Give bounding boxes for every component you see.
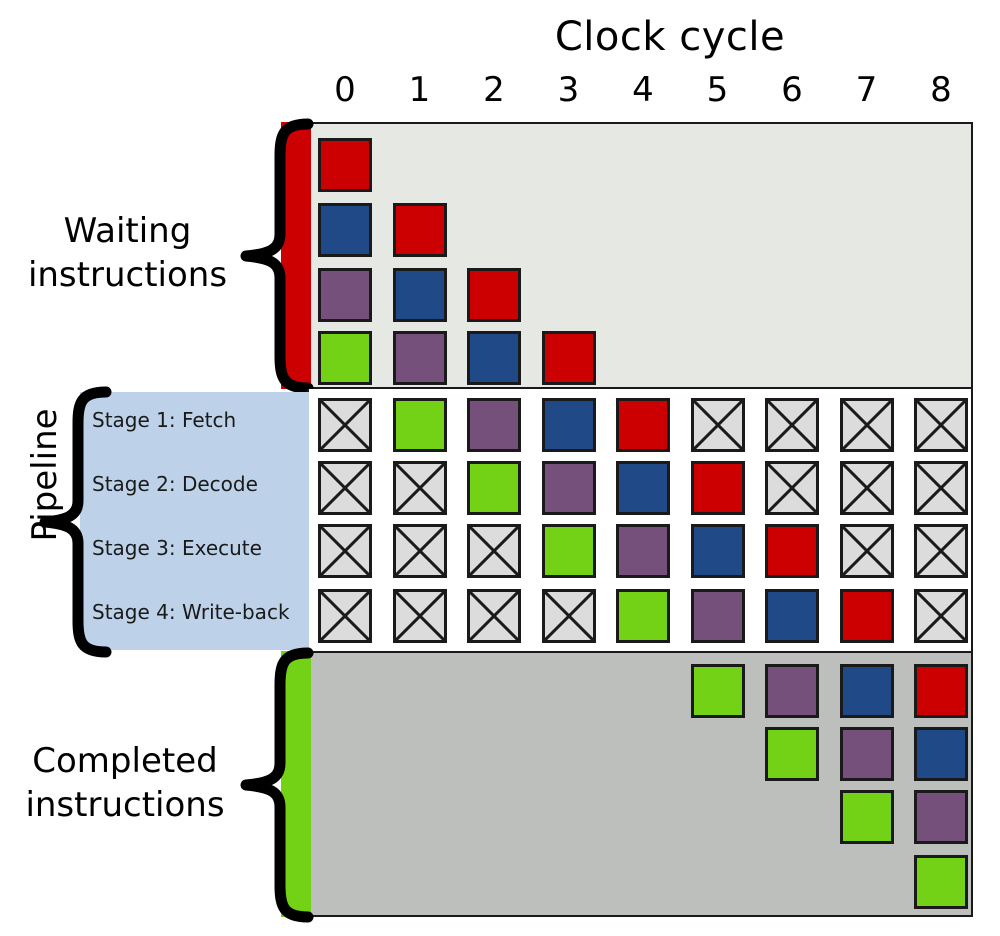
waiting-accent-strip (281, 122, 311, 389)
cell-instruction-green (765, 727, 819, 781)
cell-instruction-blue (467, 331, 521, 385)
column-label-8: 8 (930, 70, 952, 110)
cell-instruction-purple (914, 790, 968, 844)
cell-instruction-green (392, 398, 447, 452)
cell-empty (765, 398, 819, 452)
pipeline-stage-label-1: Stage 1: Fetch (92, 408, 237, 432)
cell-empty (318, 524, 372, 578)
completed-label-line-2: instructions (25, 784, 225, 825)
cell-instruction-red (839, 589, 894, 643)
cell-empty (914, 524, 968, 578)
cell-empty (765, 461, 819, 515)
cell-instruction-purple (690, 589, 745, 643)
cell-instruction-blue (690, 524, 745, 578)
cell-empty (318, 589, 372, 643)
cell-instruction-green (616, 589, 670, 643)
column-label-4: 4 (632, 70, 654, 110)
completed-instructions-label: Completed instructions (0, 740, 250, 827)
cell-empty (839, 461, 894, 515)
cell-empty (914, 461, 968, 515)
cell-instruction-red (541, 331, 596, 385)
pipeline-stage-label-4: Stage 4: Write-back (92, 600, 290, 624)
waiting-label-line-1: Waiting (63, 211, 192, 251)
cell-empty (318, 461, 372, 515)
cell-empty (839, 398, 894, 452)
cell-instruction-green (914, 855, 968, 909)
cell-instruction-red (467, 268, 521, 322)
cell-instruction-red (318, 138, 372, 192)
cell-instruction-red (765, 524, 819, 578)
cell-instruction-blue (839, 664, 894, 718)
cell-instruction-blue (318, 203, 372, 257)
cell-instruction-blue (392, 268, 447, 322)
completed-accent-strip (281, 651, 311, 917)
cell-empty (318, 398, 372, 452)
cell-empty (392, 524, 447, 578)
cell-instruction-purple (765, 664, 819, 718)
cell-instruction-green (839, 790, 894, 844)
cell-instruction-red (690, 461, 745, 515)
column-label-3: 3 (557, 70, 580, 110)
cell-empty (392, 589, 447, 643)
pipeline-stage-label-2: Stage 2: Decode (92, 472, 258, 496)
cell-instruction-green (318, 331, 372, 385)
cell-empty (392, 461, 447, 515)
cell-instruction-purple (318, 268, 372, 322)
column-label-5: 5 (706, 70, 729, 110)
cell-instruction-blue (765, 589, 819, 643)
cell-instruction-purple (467, 398, 521, 452)
waiting-label-line-2: instructions (27, 254, 228, 295)
pipeline-label: Pipeline (25, 408, 65, 542)
pipeline-stage-label-3: Stage 3: Execute (92, 536, 262, 560)
cell-instruction-purple (541, 461, 596, 515)
column-label-2: 2 (483, 70, 505, 110)
cell-instruction-blue (616, 461, 670, 515)
cell-instruction-red (616, 398, 670, 452)
cell-empty (914, 398, 968, 452)
cell-instruction-purple (839, 727, 894, 781)
cell-instruction-red (914, 664, 968, 718)
pipeline-diagram: Clock cycle 0 1 2 3 4 5 6 7 8 Pipeline Stage 1: … (0, 0, 1000, 936)
cell-empty (839, 524, 894, 578)
column-label-6: 6 (781, 70, 803, 110)
cell-empty (914, 589, 968, 643)
completed-label-line-1: Completed (32, 741, 218, 781)
cell-instruction-green (690, 664, 745, 718)
cell-instruction-green (467, 461, 521, 515)
cell-empty (467, 524, 521, 578)
column-label-0: 0 (334, 70, 356, 110)
cell-instruction-purple (616, 524, 670, 578)
page-title: Clock cycle (554, 14, 786, 60)
cell-instruction-purple (392, 331, 447, 385)
cell-instruction-red (392, 203, 447, 257)
column-label-7: 7 (855, 70, 878, 110)
cell-empty (690, 398, 745, 452)
cell-instruction-blue (914, 727, 968, 781)
cell-instruction-blue (541, 398, 596, 452)
column-label-1: 1 (408, 70, 431, 110)
waiting-instructions-label: Waiting instructions (10, 210, 245, 297)
cell-empty (541, 589, 596, 643)
cell-instruction-green (541, 524, 596, 578)
cell-empty (467, 589, 521, 643)
